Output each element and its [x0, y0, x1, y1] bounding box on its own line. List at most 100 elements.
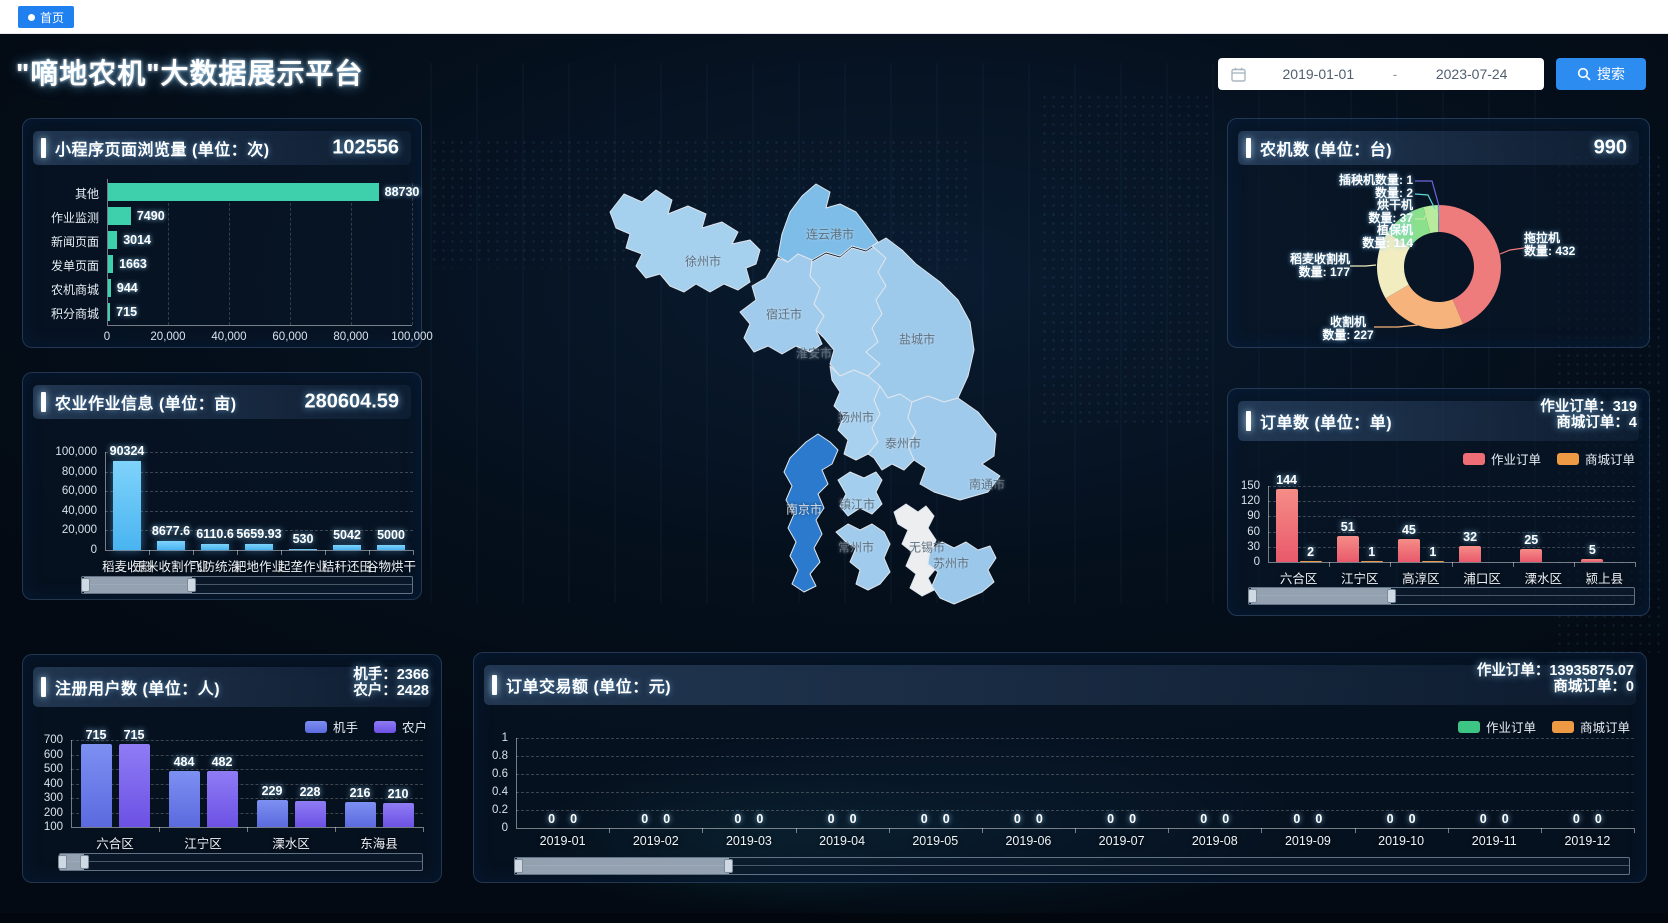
map-city-label[interactable]: 南通市 — [969, 476, 1005, 493]
bar[interactable] — [108, 231, 117, 249]
bar[interactable] — [108, 255, 113, 273]
x-axis-tick-mark — [247, 827, 248, 832]
bar-category-label: 2019-02 — [633, 834, 679, 848]
map-city-label[interactable]: 镇江市 — [839, 496, 875, 513]
map-region-changzhou[interactable] — [836, 524, 890, 590]
slider-right-handle[interactable] — [80, 855, 89, 869]
orders-data-zoom-slider[interactable] — [1248, 587, 1635, 605]
jiangsu-province-map: 徐州市 连云港市宿迁市淮安市 盐城市扬州市泰州市南通市南京市镇江市常州市 无锡市苏州市 — [560, 150, 1040, 610]
bar-category-label: 2019-11 — [1472, 834, 1517, 848]
map-city-label[interactable]: 盐城市 — [899, 331, 935, 348]
slider-selection[interactable] — [517, 858, 729, 874]
bar-value-label: 0 — [1573, 812, 1580, 826]
donut-label: 稻麦收割机 数量: 177 — [1258, 253, 1350, 278]
bar-segment[interactable] — [1361, 561, 1383, 562]
slider-left-handle[interactable] — [1248, 589, 1257, 603]
date-range-picker[interactable]: 2019-01-01 - 2023-07-24 — [1218, 58, 1544, 90]
map-region-xuzhou[interactable] — [610, 190, 760, 292]
bar-segment[interactable] — [1300, 561, 1322, 562]
bar[interactable] — [157, 541, 185, 550]
bar-segment[interactable] — [1276, 489, 1298, 562]
bar-category-label: 新闻页面 — [23, 233, 99, 250]
bar-segment[interactable] — [1422, 561, 1444, 562]
slider-right-handle[interactable] — [724, 859, 733, 873]
home-tab[interactable]: 首页 — [18, 6, 74, 28]
map-city-label[interactable]: 宿迁市 — [766, 306, 802, 323]
search-button[interactable]: 搜索 — [1556, 58, 1646, 90]
bar-category-label: 江宁区 — [1341, 568, 1379, 587]
bar-value-label: 8677.6 — [152, 524, 190, 538]
map-city-label[interactable]: 连云港市 — [806, 226, 854, 243]
bar-segment[interactable] — [257, 800, 288, 827]
donut-label: 拖拉机 数量: 432 — [1524, 232, 1634, 257]
map-city-label[interactable]: 扬州市 — [838, 409, 874, 426]
amount-line-chart: 10.80.60.40.202019-01002019-02002019-030… — [474, 653, 1646, 882]
end-date-input[interactable]: 2023-07-24 — [1399, 66, 1544, 82]
map-city-label[interactable]: 徐州市 — [685, 253, 721, 270]
bar-value-label: 3014 — [123, 233, 151, 247]
slider-left-handle[interactable] — [514, 859, 523, 873]
agri-data-zoom-slider[interactable] — [81, 576, 413, 594]
grid-line — [1268, 516, 1635, 517]
y-axis-tick: 0 — [474, 822, 508, 834]
bar[interactable] — [108, 279, 111, 297]
bar-segment[interactable] — [207, 771, 238, 827]
map-city-label[interactable]: 南京市 — [786, 501, 822, 518]
bar-segment[interactable] — [1459, 546, 1481, 562]
bar-segment[interactable] — [81, 744, 112, 827]
y-axis-tick: 1 — [474, 732, 508, 744]
start-date-input[interactable]: 2019-01-01 — [1246, 66, 1391, 82]
grid-line — [105, 491, 413, 492]
bar-segment[interactable] — [1581, 559, 1603, 562]
map-city-label[interactable]: 苏州市 — [933, 555, 969, 572]
bar-value-label: 5000 — [377, 528, 405, 542]
y-axis-tick: 80,000 — [23, 466, 97, 478]
bar[interactable] — [108, 183, 379, 201]
bar-value-label: 715 — [86, 728, 107, 742]
bar-category-label: 2019-09 — [1285, 834, 1331, 848]
bar[interactable] — [289, 549, 317, 550]
slider-left-handle[interactable] — [81, 578, 90, 592]
slider-selection[interactable] — [84, 577, 192, 593]
bar[interactable] — [108, 303, 110, 321]
slider-right-handle[interactable] — [1387, 589, 1396, 603]
bar-value-label: 2 — [1307, 545, 1314, 559]
y-axis-tick: 200 — [23, 807, 63, 819]
bar-segment[interactable] — [345, 802, 376, 827]
x-axis-tick: 100,000 — [391, 331, 433, 343]
y-axis-tick: 600 — [23, 749, 63, 761]
bar-value-label: 0 — [1222, 812, 1229, 826]
map-region-lianyungang[interactable] — [778, 184, 878, 262]
map-city-label[interactable]: 泰州市 — [885, 435, 921, 452]
y-axis-line — [1268, 486, 1269, 562]
bar[interactable] — [113, 461, 141, 550]
bar-segment[interactable] — [1337, 536, 1359, 562]
amount-data-zoom-slider[interactable] — [514, 857, 1630, 875]
bar-segment[interactable] — [1398, 539, 1420, 562]
bar[interactable] — [245, 544, 273, 550]
bar-value-label: 88730 — [385, 185, 420, 199]
bar-segment[interactable] — [1520, 549, 1542, 562]
x-axis-tick-mark — [423, 827, 424, 832]
y-axis-line — [71, 740, 72, 827]
slider-right-handle[interactable] — [187, 578, 196, 592]
bar-value-label: 216 — [350, 786, 371, 800]
bar-segment[interactable] — [383, 803, 414, 827]
bar[interactable] — [333, 545, 361, 550]
bar[interactable] — [108, 207, 131, 225]
bar[interactable] — [201, 544, 229, 550]
map-city-label[interactable]: 淮安市 — [796, 345, 832, 362]
slider-selection[interactable] — [1251, 588, 1391, 604]
bar-category-label: 六合区 — [1280, 568, 1318, 587]
bar-segment[interactable] — [295, 801, 326, 827]
map-city-label[interactable]: 常州市 — [838, 539, 874, 556]
map-city-label[interactable]: 无锡市 — [909, 539, 945, 556]
bar[interactable] — [377, 545, 405, 550]
bar-segment[interactable] — [119, 744, 150, 827]
bar-segment[interactable] — [169, 771, 200, 827]
users-data-zoom-slider[interactable] — [59, 853, 423, 871]
slider-left-handle[interactable] — [58, 855, 67, 869]
machines-donut-chart: 插秧机数量: 1 数量: 2 烘干机 数量: 37 植保机 数量: 114稻麦收… — [1228, 119, 1649, 347]
bar-category-label: 积分商城 — [23, 305, 99, 322]
grid-line — [1268, 486, 1635, 487]
